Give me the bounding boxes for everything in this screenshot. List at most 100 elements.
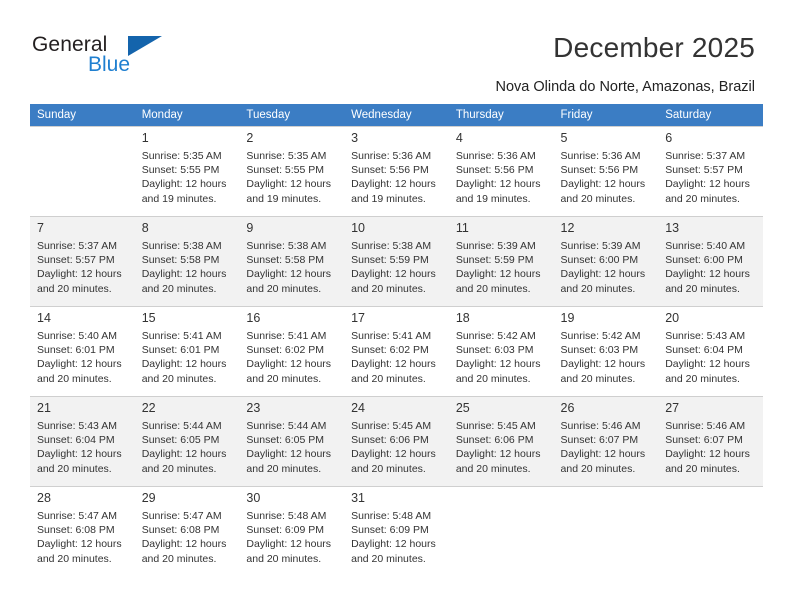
day-number: 21: [37, 401, 51, 415]
calendar-day-cell[interactable]: 15 Sunrise: 5:41 AM Sunset: 6:01 PM Dayligh…: [134, 306, 240, 396]
day-info-sunrise: Sunrise: 5:45 AM: [351, 420, 432, 432]
calendar-day-cell[interactable]: 29 Sunrise: 5:47 AM Sunset: 6:08 PM Dayligh…: [134, 486, 240, 576]
calendar-day-cell[interactable]: 22 Sunrise: 5:44 AM Sunset: 6:05 PM Dayligh…: [134, 396, 240, 486]
calendar-day-cell[interactable]: 25 Sunrise: 5:45 AM Sunset: 6:06 PM Dayligh…: [448, 396, 554, 486]
calendar-day-cell[interactable]: 5 Sunrise: 5:36 AM Sunset: 5:56 PM Daylight…: [553, 126, 659, 216]
calendar-day-cell[interactable]: 19 Sunrise: 5:42 AM Sunset: 6:03 PM Dayligh…: [553, 306, 659, 396]
calendar-day-cell[interactable]: 7 Sunrise: 5:37 AM Sunset: 5:57 PM Daylight…: [30, 216, 135, 306]
page-subtitle-location: Nova Olinda do Norte, Amazonas, Brazil: [495, 79, 755, 95]
logo-text-blue: Blue: [88, 53, 131, 76]
day-info-sunrise: Sunrise: 5:38 AM: [246, 240, 327, 252]
general-blue-logo[interactable]: General Blue: [32, 33, 212, 81]
day-info-daylight1: Daylight: 12 hours: [246, 448, 332, 461]
calendar-day-cell[interactable]: 24 Sunrise: 5:45 AM Sunset: 6:06 PM Dayligh…: [344, 396, 449, 486]
day-info-daylight1: Daylight: 12 hours: [37, 358, 122, 371]
calendar-day-cell[interactable]: 21 Sunrise: 5:43 AM Sunset: 6:04 PM Dayligh…: [30, 396, 135, 486]
day-cell-content: 22 Sunrise: 5:44 AM Sunset: 6:05 PM Dayligh…: [134, 396, 240, 486]
calendar-day-cell[interactable]: 13 Sunrise: 5:40 AM Sunset: 6:00 PM Dayligh…: [658, 216, 763, 306]
day-cell-empty: [658, 486, 763, 576]
day-info-sunset: Sunset: 6:03 PM: [455, 344, 534, 357]
day-info-daylight1: Daylight: 12 hours: [560, 358, 646, 371]
day-number: 14: [37, 311, 51, 325]
calendar-day-cell[interactable]: 18 Sunrise: 5:42 AM Sunset: 6:03 PM Dayligh…: [448, 306, 554, 396]
weekday-header-friday: Friday: [553, 104, 659, 126]
calendar-day-cell[interactable]: 23 Sunrise: 5:44 AM Sunset: 6:05 PM Dayligh…: [239, 396, 345, 486]
day-cell-content: 19 Sunrise: 5:42 AM Sunset: 6:03 PM Dayligh…: [553, 306, 659, 396]
day-sun-info: Sunrise: 5:45 AM Sunset: 6:06 PM Daylight:…: [351, 419, 443, 476]
calendar-day-cell[interactable]: [30, 126, 135, 216]
calendar-day-cell[interactable]: 30 Sunrise: 5:48 AM Sunset: 6:09 PM Dayligh…: [239, 486, 345, 576]
day-info-daylight2: and 20 minutes.: [455, 462, 531, 475]
calendar-day-cell[interactable]: 26 Sunrise: 5:46 AM Sunset: 6:07 PM Dayligh…: [553, 396, 659, 486]
calendar-day-cell[interactable]: 2 Sunrise: 5:35 AM Sunset: 5:55 PM Daylight…: [239, 126, 345, 216]
calendar-day-cell[interactable]: 16 Sunrise: 5:41 AM Sunset: 6:02 PM Dayligh…: [239, 306, 345, 396]
calendar-day-cell[interactable]: 12 Sunrise: 5:39 AM Sunset: 6:00 PM Dayligh…: [553, 216, 659, 306]
calendar-day-cell[interactable]: 27 Sunrise: 5:46 AM Sunset: 6:07 PM Dayligh…: [658, 396, 763, 486]
page-title: December 2025: [553, 32, 755, 63]
calendar-day-cell[interactable]: [658, 486, 763, 576]
day-cell-content: 12 Sunrise: 5:39 AM Sunset: 6:00 PM Dayligh…: [553, 216, 659, 306]
day-number: 23: [246, 401, 261, 415]
calendar-day-cell[interactable]: 31 Sunrise: 5:48 AM Sunset: 6:09 PM Dayligh…: [344, 486, 449, 576]
day-number: 16: [246, 311, 261, 325]
day-number: 29: [141, 491, 156, 505]
day-cell-content: 26 Sunrise: 5:46 AM Sunset: 6:07 PM Dayligh…: [553, 396, 659, 486]
day-info-sunset: Sunset: 6:01 PM: [37, 344, 115, 357]
day-info-daylight1: Daylight: 12 hours: [560, 268, 646, 281]
day-info-sunrise: Sunrise: 5:48 AM: [351, 510, 432, 522]
day-number: 19: [560, 311, 575, 325]
day-info-sunrise: Sunrise: 5:47 AM: [141, 510, 222, 522]
day-info-daylight1: Daylight: 12 hours: [246, 268, 332, 281]
weekday-header-tuesday: Tuesday: [239, 104, 345, 126]
day-cell-content: 17 Sunrise: 5:41 AM Sunset: 6:02 PM Dayligh…: [344, 306, 449, 396]
day-info-sunset: Sunset: 6:08 PM: [37, 524, 115, 537]
day-info-daylight1: Daylight: 12 hours: [37, 538, 122, 551]
calendar-day-cell[interactable]: 14 Sunrise: 5:40 AM Sunset: 6:01 PM Dayligh…: [30, 306, 135, 396]
day-number: 11: [455, 221, 469, 235]
day-cell-content: 14 Sunrise: 5:40 AM Sunset: 6:01 PM Dayligh…: [30, 306, 135, 396]
day-cell-content: 1 Sunrise: 5:35 AM Sunset: 5:55 PM Daylight…: [134, 126, 240, 216]
day-info-sunset: Sunset: 5:57 PM: [37, 254, 115, 267]
calendar-day-cell[interactable]: 10 Sunrise: 5:38 AM Sunset: 5:59 PM Dayligh…: [344, 216, 449, 306]
day-info-daylight1: Daylight: 12 hours: [141, 358, 227, 371]
calendar-day-cell[interactable]: 20 Sunrise: 5:43 AM Sunset: 6:04 PM Dayligh…: [658, 306, 763, 396]
day-info-sunrise: Sunrise: 5:46 AM: [560, 420, 641, 432]
calendar-page: General Blue December 2025 Nova Olinda d…: [0, 0, 792, 612]
day-sun-info: Sunrise: 5:38 AM Sunset: 5:58 PM Daylight:…: [142, 239, 234, 296]
day-info-daylight2: and 20 minutes.: [665, 192, 740, 205]
day-info-daylight2: and 20 minutes.: [141, 282, 217, 295]
day-info-daylight1: Daylight: 12 hours: [351, 358, 436, 371]
day-info-daylight1: Daylight: 12 hours: [246, 358, 332, 371]
day-info-daylight2: and 20 minutes.: [665, 282, 740, 295]
calendar-day-cell[interactable]: [553, 486, 659, 576]
calendar-day-cell[interactable]: 11 Sunrise: 5:39 AM Sunset: 5:59 PM Dayligh…: [448, 216, 554, 306]
calendar-day-cell[interactable]: 4 Sunrise: 5:36 AM Sunset: 5:56 PM Daylight…: [448, 126, 554, 216]
day-cell-content: 28 Sunrise: 5:47 AM Sunset: 6:08 PM Dayligh…: [30, 486, 135, 576]
day-sun-info: Sunrise: 5:44 AM Sunset: 6:05 PM Daylight:…: [142, 419, 234, 476]
day-info-sunrise: Sunrise: 5:41 AM: [351, 330, 432, 342]
weekday-header-monday: Monday: [134, 104, 240, 126]
day-info-sunrise: Sunrise: 5:39 AM: [455, 240, 536, 252]
day-info-daylight2: and 20 minutes.: [665, 372, 740, 385]
calendar-day-cell[interactable]: 8 Sunrise: 5:38 AM Sunset: 5:58 PM Daylight…: [134, 216, 240, 306]
calendar-day-cell[interactable]: [448, 486, 554, 576]
day-info-sunset: Sunset: 6:03 PM: [560, 344, 639, 357]
calendar-day-cell[interactable]: 6 Sunrise: 5:37 AM Sunset: 5:57 PM Daylight…: [658, 126, 763, 216]
day-sun-info: Sunrise: 5:38 AM Sunset: 5:59 PM Daylight:…: [351, 239, 443, 296]
calendar-day-cell[interactable]: 17 Sunrise: 5:41 AM Sunset: 6:02 PM Dayligh…: [344, 306, 449, 396]
day-cell-content: 2 Sunrise: 5:35 AM Sunset: 5:55 PM Daylight…: [239, 126, 345, 216]
day-info-daylight1: Daylight: 12 hours: [246, 538, 332, 551]
day-info-daylight1: Daylight: 12 hours: [665, 358, 750, 371]
day-sun-info: Sunrise: 5:41 AM Sunset: 6:01 PM Daylight:…: [142, 329, 234, 386]
day-number: 31: [351, 491, 366, 505]
calendar-day-cell[interactable]: 9 Sunrise: 5:38 AM Sunset: 5:58 PM Daylight…: [239, 216, 345, 306]
calendar-day-cell[interactable]: 1 Sunrise: 5:35 AM Sunset: 5:55 PM Daylight…: [134, 126, 240, 216]
day-info-sunset: Sunset: 6:00 PM: [665, 254, 743, 267]
calendar-day-cell[interactable]: 3 Sunrise: 5:36 AM Sunset: 5:56 PM Daylight…: [344, 126, 449, 216]
calendar-day-cell[interactable]: 28 Sunrise: 5:47 AM Sunset: 6:08 PM Dayligh…: [30, 486, 135, 576]
day-info-daylight2: and 20 minutes.: [560, 282, 636, 295]
day-info-sunrise: Sunrise: 5:36 AM: [560, 150, 641, 162]
day-info-sunset: Sunset: 5:55 PM: [141, 164, 220, 177]
day-info-daylight1: Daylight: 12 hours: [351, 268, 436, 281]
calendar-week-row: 7 Sunrise: 5:37 AM Sunset: 5:57 PM Daylight…: [30, 216, 763, 306]
